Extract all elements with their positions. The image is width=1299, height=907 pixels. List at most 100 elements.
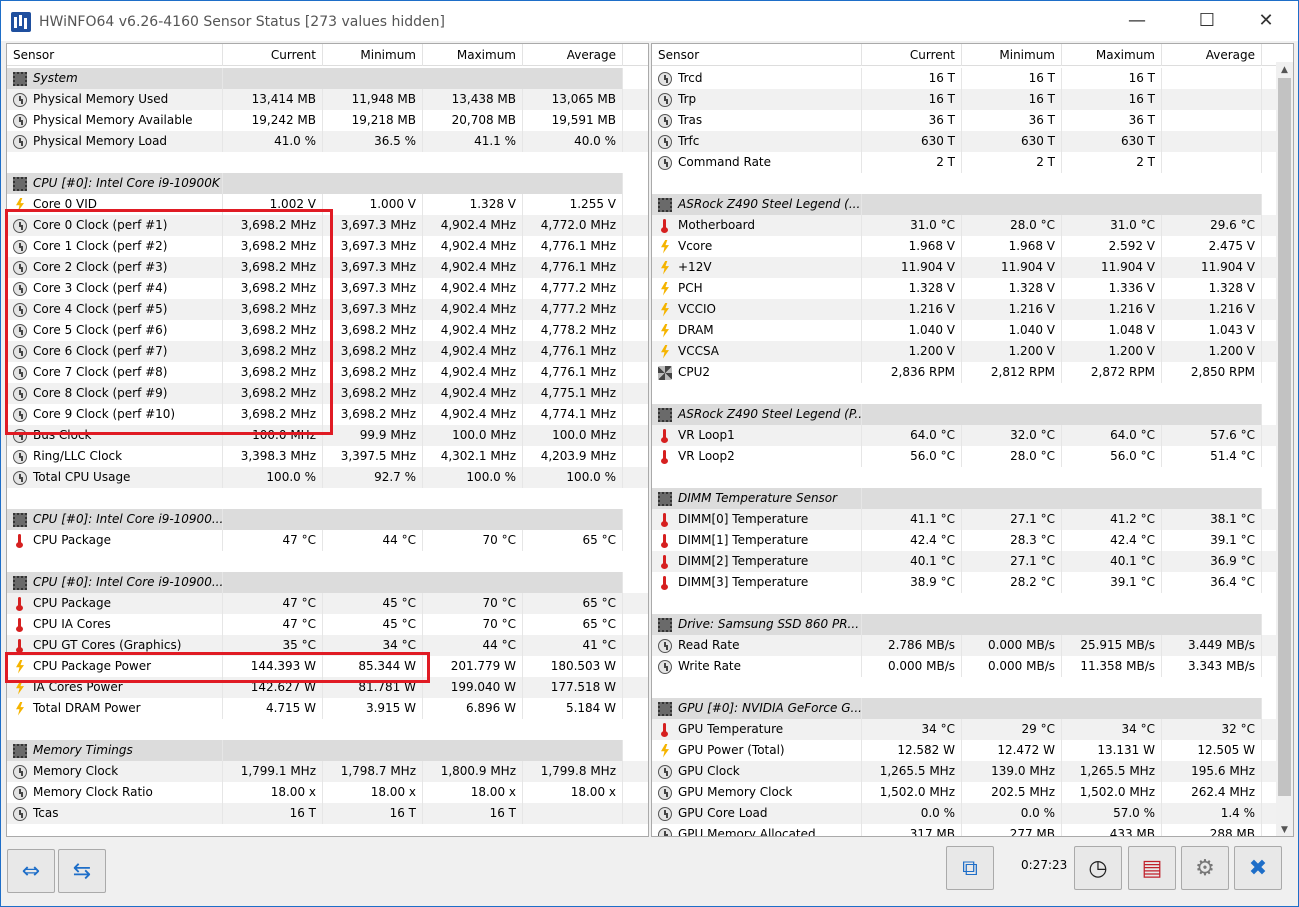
sensor-row[interactable]: Motherboard 31.0 °C 28.0 °C 31.0 °C 29.6 °C xyxy=(652,215,1293,236)
sensor-group-row[interactable]: GPU [#0]: NVIDIA GeForce G... xyxy=(652,698,1293,719)
title-bar[interactable]: HWiNFO64 v6.26-4160 Sensor Status [273 v… xyxy=(1,1,1298,41)
sensor-name-cell: PCH xyxy=(652,278,862,299)
sensor-row[interactable]: PCH 1.328 V 1.328 V 1.336 V 1.328 V xyxy=(652,278,1293,299)
col-sensor[interactable]: Sensor xyxy=(7,44,223,66)
sensor-row[interactable]: GPU Clock 1,265.5 MHz 139.0 MHz 1,265.5 MHz… xyxy=(652,761,1293,782)
sensor-row[interactable]: Memory Clock 1,799.1 MHz 1,798.7 MHz 1,800.… xyxy=(7,761,648,782)
minimize-button[interactable]: — xyxy=(1114,1,1160,41)
sensor-row[interactable]: DIMM[2] Temperature 40.1 °C 27.1 °C 40.1 °C… xyxy=(652,551,1293,572)
sensor-row[interactable]: Physical Memory Used 13,414 MB 11,948 MB 13… xyxy=(7,89,648,110)
sensor-row[interactable]: Physical Memory Available 19,242 MB 19,218… xyxy=(7,110,648,131)
sensor-row[interactable]: Write Rate 0.000 MB/s 0.000 MB/s 11.358 MB/… xyxy=(652,656,1293,677)
col-maximum[interactable]: Maximum xyxy=(423,44,523,66)
col-maximum[interactable]: Maximum xyxy=(1062,44,1162,66)
sensor-group-row[interactable]: CPU [#0]: Intel Core i9-10900... xyxy=(7,509,648,530)
col-average[interactable]: Average xyxy=(523,44,623,66)
sensor-row[interactable]: Command Rate 2 T2 T2 T xyxy=(652,152,1293,173)
sensor-row[interactable]: Core 4 Clock (perf #5) 3,698.2 MHz 3,697.3… xyxy=(7,299,648,320)
col-current[interactable]: Current xyxy=(862,44,962,66)
sensor-group-row[interactable]: CPU [#0]: Intel Core i9-10900K xyxy=(7,173,648,194)
sensor-row[interactable]: CPU GT Cores (Graphics) 35 °C 34 °C 44 °C 41… xyxy=(7,635,648,656)
reset-log-icon[interactable]: ▤ xyxy=(1128,846,1176,890)
sensor-row[interactable]: IA Cores Power 142.627 W 81.781 W 199.040 W… xyxy=(7,677,648,698)
sensor-row[interactable]: Core 2 Clock (perf #3) 3,698.2 MHz 3,697.3… xyxy=(7,257,648,278)
close-sensors-icon[interactable]: ✖ xyxy=(1234,846,1282,890)
sensor-name-cell: Physical Memory Used xyxy=(7,89,223,110)
network-icon[interactable]: ⧉ xyxy=(946,846,994,890)
sensor-row[interactable]: Core 8 Clock (perf #9) 3,698.2 MHz 3,698.2… xyxy=(7,383,648,404)
sensor-group-row[interactable]: CPU [#0]: Intel Core i9-10900... xyxy=(7,572,648,593)
sensor-row[interactable]: Total DRAM Power 4.715 W 3.915 W 6.896 W 5.1… xyxy=(7,698,648,719)
sensor-row[interactable]: CPU Package 47 °C 45 °C 70 °C 65 °C xyxy=(7,593,648,614)
sensor-row[interactable]: VCCIO 1.216 V 1.216 V 1.216 V 1.216 V xyxy=(652,299,1293,320)
sensor-row[interactable]: CPU Package Power 144.393 W 85.344 W 201.77… xyxy=(7,656,648,677)
sensor-row[interactable]: VR Loop2 56.0 °C 28.0 °C 56.0 °C 51.4 °C xyxy=(652,446,1293,467)
col-sensor[interactable]: Sensor xyxy=(652,44,862,66)
sensor-panel-right[interactable]: Sensor Current Minimum Maximum Average T… xyxy=(651,43,1294,837)
sensor-group-row[interactable]: Memory Timings xyxy=(7,740,648,761)
maximize-button[interactable]: ☐ xyxy=(1184,1,1230,41)
sensor-group-row[interactable]: ASRock Z490 Steel Legend (... xyxy=(652,194,1293,215)
close-window-button[interactable]: ✕ xyxy=(1243,1,1289,41)
value-maximum: 70 °C xyxy=(423,593,523,614)
sensor-panel-left[interactable]: Sensor Current Minimum Maximum Average S… xyxy=(6,43,649,837)
settings-gear-icon[interactable]: ⚙ xyxy=(1181,846,1229,890)
sensor-row[interactable]: Core 0 VID 1.002 V 1.000 V 1.328 V 1.255 V xyxy=(7,194,648,215)
clock-icon[interactable]: ◷ xyxy=(1074,846,1122,890)
scroll-down-icon[interactable]: ▼ xyxy=(1276,822,1293,836)
sensor-row[interactable]: Tras 36 T 36 T 36 T xyxy=(652,110,1293,131)
scrollbar-thumb[interactable] xyxy=(1278,78,1291,796)
sensor-row[interactable]: Core 6 Clock (perf #7) 3,698.2 MHz 3,698.2… xyxy=(7,341,648,362)
sensor-row[interactable]: DIMM[3] Temperature 38.9 °C 28.2 °C 39.1 °C… xyxy=(652,572,1293,593)
sensor-row[interactable]: CPU Package 47 °C 44 °C 70 °C 65 °C xyxy=(7,530,648,551)
sensor-row[interactable]: Core 9 Clock (perf #10) 3,698.2 MHz 3,698.… xyxy=(7,404,648,425)
value-current: 1.328 V xyxy=(862,278,962,299)
sensor-row[interactable]: Memory Clock Ratio 18.00 x 18.00 x 18.00 x1… xyxy=(7,782,648,803)
col-minimum[interactable]: Minimum xyxy=(323,44,423,66)
vertical-scrollbar[interactable]: ▲ ▼ xyxy=(1276,62,1293,836)
sensor-row[interactable]: Core 0 Clock (perf #1) 3,698.2 MHz 3,697.3… xyxy=(7,215,648,236)
col-minimum[interactable]: Minimum xyxy=(962,44,1062,66)
sensor-row[interactable]: VR Loop1 64.0 °C 32.0 °C 64.0 °C 57.6 °C xyxy=(652,425,1293,446)
sensor-row[interactable]: Tcas 16 T 16 T 16 T xyxy=(7,803,648,824)
col-average[interactable]: Average xyxy=(1162,44,1262,66)
sensor-row[interactable]: Read Rate 2.786 MB/s 0.000 MB/s 25.915 MB/s… xyxy=(652,635,1293,656)
sensor-row[interactable]: GPU Temperature 34 °C 29 °C 34 °C 32 °C xyxy=(652,719,1293,740)
sensor-row[interactable]: Core 1 Clock (perf #2) 3,698.2 MHz 3,697.3… xyxy=(7,236,648,257)
sensor-row[interactable]: GPU Memory Clock 1,502.0 MHz 202.5 MHz 1,50… xyxy=(652,782,1293,803)
sensor-row[interactable]: Ring/LLC Clock 3,398.3 MHz 3,397.5 MHz 4,30… xyxy=(7,446,648,467)
value-minimum: 277 MB xyxy=(962,824,1062,836)
sensor-row[interactable]: Core 5 Clock (perf #6) 3,698.2 MHz 3,698.2… xyxy=(7,320,648,341)
sensor-row[interactable]: Trfc 630 T 630 T 630 T xyxy=(652,131,1293,152)
value-average: 4,776.1 MHz xyxy=(523,236,623,257)
sensor-row[interactable]: CPU IA Cores 47 °C 45 °C 70 °C 65 °C xyxy=(7,614,648,635)
sensor-row[interactable]: Bus Clock 100.0 MHz 99.9 MHz 100.0 MHz 100.0… xyxy=(7,425,648,446)
sensor-row[interactable]: GPU Power (Total) 12.582 W 12.472 W 13.131 … xyxy=(652,740,1293,761)
col-current[interactable]: Current xyxy=(223,44,323,66)
sensor-row[interactable]: Total CPU Usage 100.0 % 92.7 % 100.0 % 100.0… xyxy=(7,467,648,488)
sensor-row[interactable]: Trp 16 T 16 T 16 T xyxy=(652,89,1293,110)
sensor-group-row[interactable]: ASRock Z490 Steel Legend (P... xyxy=(652,404,1293,425)
sensor-row[interactable]: DRAM 1.040 V 1.040 V 1.048 V 1.043 V xyxy=(652,320,1293,341)
sensor-row[interactable]: GPU Core Load 0.0 % 0.0 % 57.0 % 1.4 % xyxy=(652,803,1293,824)
sensor-row[interactable]: CPU2 2,836 RPM 2,812 RPM 2,872 RPM 2,850 RPM xyxy=(652,362,1293,383)
sensor-row[interactable]: Physical Memory Load 41.0 % 36.5 % 41.1 % 40… xyxy=(7,131,648,152)
scroll-up-icon[interactable]: ▲ xyxy=(1276,62,1293,78)
sensor-group-row[interactable]: System xyxy=(7,68,648,89)
sensor-row[interactable]: Trcd 16 T 16 T 16 T xyxy=(652,68,1293,89)
sensor-row[interactable]: Core 7 Clock (perf #8) 3,698.2 MHz 3,698.2… xyxy=(7,362,648,383)
sensor-row[interactable]: Vcore 1.968 V 1.968 V 2.592 V 2.475 V xyxy=(652,236,1293,257)
sensor-row[interactable]: +12V 11.904 V 11.904 V 11.904 V 11.904 V xyxy=(652,257,1293,278)
sensor-group-row[interactable]: DIMM Temperature Sensor xyxy=(652,488,1293,509)
sensor-row[interactable]: DIMM[0] Temperature 41.1 °C 27.1 °C 41.2 °C… xyxy=(652,509,1293,530)
value-minimum: 3,698.2 MHz xyxy=(323,320,423,341)
sensor-group-row[interactable]: Drive: Samsung SSD 860 PR... xyxy=(652,614,1293,635)
sensor-row[interactable]: GPU Memory Allocated 317 MB 277 MB 433 MB 28… xyxy=(652,824,1293,836)
sensor-name: GPU [#0]: NVIDIA GeForce G... xyxy=(678,701,862,715)
sensor-row[interactable]: VCCSA 1.200 V 1.200 V 1.200 V 1.200 V xyxy=(652,341,1293,362)
sensor-name: Vcore xyxy=(678,239,713,253)
expand-arrows-icon[interactable]: ⇔ xyxy=(7,849,55,893)
sensor-row[interactable]: Core 3 Clock (perf #4) 3,698.2 MHz 3,697.3… xyxy=(7,278,648,299)
sensor-row[interactable]: DIMM[1] Temperature 42.4 °C 28.3 °C 42.4 °C… xyxy=(652,530,1293,551)
collapse-arrows-icon[interactable]: ⇆ xyxy=(58,849,106,893)
